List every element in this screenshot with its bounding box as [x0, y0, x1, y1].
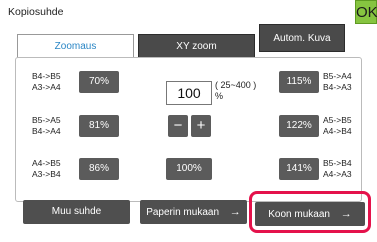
ratio-line: A4->B5 [32, 158, 61, 168]
tab-xy-zoom[interactable]: XY zoom [138, 34, 255, 58]
paperin-mukaan-button[interactable]: Paperin mukaan → [140, 200, 247, 224]
preset-100-button[interactable]: 100% [166, 158, 212, 180]
range-line: ( 25~400 ) [215, 80, 257, 90]
ratio-line: B4->B5 [32, 71, 61, 81]
ok-button[interactable]: OK [355, 0, 377, 24]
ratio-line: B5->B4 [323, 158, 352, 168]
zoom-value-input[interactable]: 100 [166, 81, 212, 105]
preset-122-button[interactable]: 122% [279, 115, 319, 137]
preset-70-button[interactable]: 70% [79, 71, 119, 93]
ratio-line: A3->A4 [32, 82, 61, 92]
ratio-label-left-1: B4->B5 A3->A4 [32, 71, 61, 93]
ratio-line: A5->B5 [323, 115, 352, 125]
window-title: Kopiosuhde [8, 6, 64, 18]
ratio-line: B4->A3 [323, 82, 352, 92]
zoom-plus-button[interactable]: + [191, 115, 211, 137]
ratio-line: A3->B4 [32, 169, 61, 179]
range-unit: % [215, 91, 224, 101]
ratio-line: B5->A5 [32, 115, 61, 125]
arrow-right-icon: → [229, 206, 241, 218]
ratio-label-right-3: B5->B4 A4->A3 [323, 158, 352, 180]
tab-zoomaus[interactable]: Zoomaus [17, 34, 134, 58]
muu-suhde-button[interactable]: Muu suhde [23, 200, 130, 224]
ratio-label-right-1: B5->A4 B4->A3 [323, 71, 352, 93]
zoom-minus-button[interactable]: − [168, 115, 188, 137]
ratio-label-left-3: A4->B5 A3->B4 [32, 158, 61, 180]
zoom-range-text: ( 25~400 ) % [215, 80, 256, 102]
ratio-label-right-2: A5->B5 A4->B4 [323, 115, 352, 137]
ratio-label-left-2: B5->A5 B4->A4 [32, 115, 61, 137]
tab-autom-kuva[interactable]: Autom. Kuva [259, 24, 345, 52]
preset-115-button[interactable]: 115% [279, 71, 319, 93]
button-label: Muu suhde [51, 206, 102, 217]
ratio-line: B5->A4 [323, 71, 352, 81]
preset-141-button[interactable]: 141% [279, 158, 319, 180]
highlight-frame [249, 191, 371, 233]
ratio-line: B4->A4 [32, 126, 61, 136]
preset-86-button[interactable]: 86% [79, 158, 119, 180]
preset-81-button[interactable]: 81% [79, 115, 119, 137]
ratio-line: A4->B4 [323, 126, 352, 136]
ratio-line: A4->A3 [323, 169, 352, 179]
button-label: Paperin mukaan [146, 207, 220, 218]
